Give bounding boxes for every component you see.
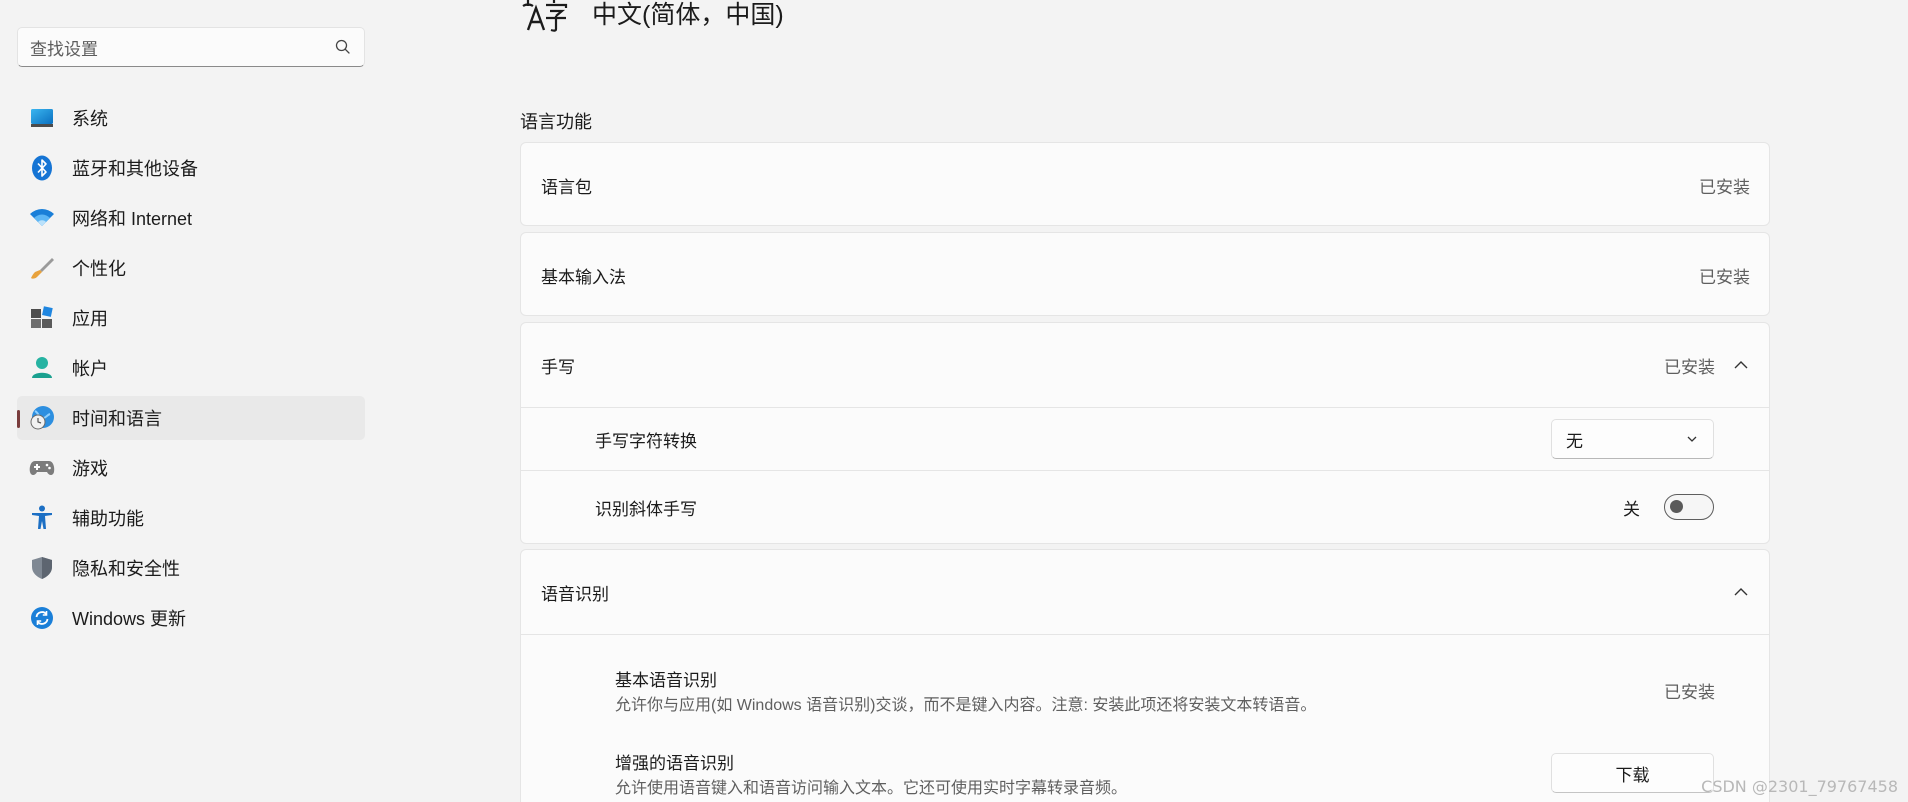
toggle-knob (1670, 500, 1683, 513)
sidebar-item-label: 帐户 (72, 359, 108, 379)
enhanced-speech-title: 增强的语音识别 (615, 754, 734, 773)
chevron-up-icon[interactable] (1733, 357, 1749, 373)
enhanced-speech-desc: 允许使用语音键入和语音访问输入文本。它还可使用实时字幕转录音频。 (615, 780, 1128, 797)
sidebar-item-label: 应用 (72, 309, 108, 329)
chevron-down-icon (1687, 436, 1697, 442)
section-title: 语言功能 (520, 112, 592, 132)
language-pack-card: 语言包 已安装 (520, 142, 1770, 226)
sidebar-item-label: 时间和语言 (72, 409, 162, 429)
sidebar-item-bluetooth[interactable]: 蓝牙和其他设备 (17, 146, 365, 190)
basic-speech-status: 已安装 (1664, 683, 1715, 702)
sidebar: 查找设置 系统 蓝牙和其他设备 网络和 Internet 个性化 应用 帐户 时… (0, 0, 380, 802)
language-icon (522, 0, 568, 32)
italic-row: 识别斜体手写 关 (521, 471, 1769, 543)
handwriting-status: 已安装 (1664, 357, 1715, 377)
sidebar-item-windows-update[interactable]: Windows 更新 (17, 596, 365, 640)
char-conversion-label: 手写字符转换 (595, 431, 697, 451)
account-icon (29, 355, 55, 381)
active-indicator (17, 410, 20, 428)
basic-speech-desc: 允许你与应用(如 Windows 语音识别)交谈，而不是键入内容。注意: 安装此… (615, 697, 1317, 714)
char-conversion-row: 手写字符转换 无 (521, 408, 1769, 470)
char-conversion-dropdown[interactable]: 无 (1551, 419, 1714, 459)
handwriting-header[interactable]: 手写 已安装 (521, 323, 1769, 407)
wifi-icon (29, 205, 55, 231)
sync-icon (29, 605, 55, 631)
sidebar-item-label: Windows 更新 (72, 609, 187, 629)
sidebar-item-label: 游戏 (72, 459, 108, 479)
italic-toggle[interactable] (1664, 494, 1714, 520)
accessibility-icon (29, 505, 55, 531)
divider (521, 634, 1769, 635)
download-button[interactable]: 下载 (1551, 753, 1714, 793)
sidebar-item-label: 网络和 Internet (72, 209, 193, 229)
brush-icon (29, 255, 55, 281)
handwriting-label: 手写 (541, 357, 575, 377)
search-input[interactable]: 查找设置 (17, 27, 365, 67)
sidebar-item-label: 个性化 (72, 259, 126, 279)
watermark: CSDN @2301_79767458 (1701, 777, 1898, 796)
italic-label: 识别斜体手写 (595, 499, 697, 519)
italic-toggle-state: 关 (1623, 499, 1640, 519)
basic-typing-card: 基本输入法 已安装 (520, 232, 1770, 316)
speech-card: 语音识别 基本语音识别 允许你与应用(如 Windows 语音识别)交谈，而不是… (520, 549, 1770, 802)
search-placeholder: 查找设置 (30, 39, 98, 59)
shield-icon (29, 555, 55, 581)
basic-typing-status: 已安装 (1699, 267, 1750, 287)
sidebar-item-system[interactable]: 系统 (17, 96, 365, 140)
page-header: 中文(简体，中国) (520, 0, 784, 32)
sidebar-item-label: 隐私和安全性 (72, 559, 180, 579)
char-conversion-value: 无 (1566, 431, 1583, 451)
sidebar-item-network[interactable]: 网络和 Internet (17, 196, 365, 240)
sidebar-item-privacy[interactable]: 隐私和安全性 (17, 546, 365, 590)
sidebar-item-accounts[interactable]: 帐户 (17, 346, 365, 390)
search-icon[interactable] (334, 38, 352, 56)
handwriting-card: 手写 已安装 手写字符转换 无 识别斜体手写 关 (520, 322, 1770, 544)
basic-speech-title: 基本语音识别 (615, 671, 717, 690)
sidebar-item-time-language[interactable]: 时间和语言 (17, 396, 365, 440)
gamepad-icon (29, 455, 55, 481)
display-icon (29, 105, 55, 131)
speech-header[interactable]: 语音识别 (521, 550, 1769, 634)
apps-icon (29, 305, 55, 331)
speech-label: 语音识别 (541, 584, 609, 604)
globe-clock-icon (29, 405, 55, 431)
language-pack-status: 已安装 (1699, 177, 1750, 197)
basic-typing-label: 基本输入法 (541, 267, 626, 287)
sidebar-item-gaming[interactable]: 游戏 (17, 446, 365, 490)
bluetooth-icon (29, 155, 55, 181)
main-content: 中文(简体，中国) 语言功能 语言包 已安装 基本输入法 已安装 手写 已安装 … (520, 0, 1770, 802)
language-pack-label: 语言包 (541, 177, 592, 197)
sidebar-item-apps[interactable]: 应用 (17, 296, 365, 340)
chevron-up-icon[interactable] (1733, 584, 1749, 600)
sidebar-item-label: 系统 (72, 109, 108, 129)
sidebar-item-label: 辅助功能 (72, 509, 144, 529)
sidebar-item-accessibility[interactable]: 辅助功能 (17, 496, 365, 540)
sidebar-item-label: 蓝牙和其他设备 (72, 159, 198, 179)
sidebar-item-personalization[interactable]: 个性化 (17, 246, 365, 290)
page-title: 中文(简体，中国) (592, 1, 784, 29)
